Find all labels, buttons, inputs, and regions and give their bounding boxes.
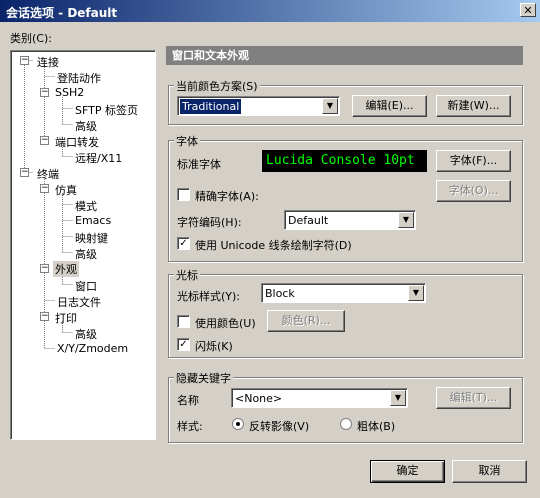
bold-label[interactable]: 粗体(B) [357, 418, 395, 434]
use-color-checkbox[interactable] [177, 315, 190, 328]
expander-icon[interactable]: − [20, 168, 29, 177]
blink-label[interactable]: 闪烁(K) [195, 338, 233, 354]
color-scheme-group-title: 当前颜色方案(S) [174, 78, 260, 94]
chevron-down-icon[interactable]: ▼ [322, 98, 338, 114]
font-button[interactable]: 字体(F)... [436, 150, 511, 172]
chevron-down-icon[interactable]: ▼ [408, 285, 424, 301]
expander-icon[interactable]: − [40, 264, 49, 273]
expander-icon[interactable]: − [20, 56, 29, 65]
blink-checkbox[interactable]: ✓ [177, 338, 190, 351]
precise-font-button[interactable]: 字体(O)... [436, 180, 511, 202]
font-preview: Lucida Console 10pt [262, 150, 427, 172]
tree-item-mapped-keys[interactable]: 映射键 [75, 230, 108, 246]
cursor-group-title: 光标 [174, 267, 200, 283]
session-options-dialog: 会话选项 - Default ✕ 类别(C): − 连接 登陆动作 − SSH2… [0, 0, 540, 498]
reverse-video-label[interactable]: 反转影像(V) [249, 418, 309, 434]
tree-item-window[interactable]: 窗口 [75, 278, 97, 294]
color-scheme-value: Traditional [180, 99, 242, 114]
encoding-value: Default [288, 214, 329, 227]
unicode-line-checkbox[interactable]: ✓ [177, 237, 190, 250]
panel-header: 窗口和文本外观 [166, 46, 523, 65]
keyword-name-label: 名称 [177, 394, 199, 407]
tree-item-modes[interactable]: 模式 [75, 198, 97, 214]
cursor-style-select[interactable]: Block ▼ [261, 283, 426, 303]
chevron-down-icon[interactable]: ▼ [398, 212, 414, 228]
precise-font-label[interactable]: 精确字体(A): [195, 188, 259, 204]
keyword-style-label: 样式: [177, 420, 203, 433]
expander-icon[interactable]: − [40, 184, 49, 193]
category-label: 类别(C): [10, 32, 52, 45]
tree-item-print-advanced[interactable]: 高级 [75, 326, 97, 342]
bold-radio[interactable] [340, 418, 352, 430]
tree-item-print[interactable]: 打印 [55, 310, 77, 326]
tree-item-sftp-tab[interactable]: SFTP 标签页 [75, 102, 138, 118]
cursor-style-label: 光标样式(Y): [177, 290, 241, 303]
tree-item-remote-x11[interactable]: 远程/X11 [75, 150, 122, 166]
close-icon[interactable]: ✕ [520, 3, 536, 17]
cursor-color-button[interactable]: 颜色(R)... [267, 310, 345, 332]
tree-item-log-file[interactable]: 日志文件 [57, 294, 101, 310]
expander-icon[interactable]: − [40, 88, 49, 97]
cursor-style-value: Block [265, 287, 295, 300]
reverse-video-radio[interactable] [232, 418, 244, 430]
font-group-title: 字体 [174, 133, 200, 149]
tree-item-xyzmodem[interactable]: X/Y/Zmodem [57, 342, 128, 355]
tree-item-appearance[interactable]: 外观 [53, 261, 79, 277]
tree-item-emulation-advanced[interactable]: 高级 [75, 246, 97, 262]
window-title: 会话选项 - Default [6, 6, 118, 20]
tree-item-emacs[interactable]: Emacs [75, 214, 111, 227]
tree-item-emulation[interactable]: 仿真 [55, 182, 77, 198]
new-scheme-button[interactable]: 新建(W)... [436, 95, 511, 117]
use-color-label[interactable]: 使用颜色(U) [195, 315, 256, 331]
tree-item-terminal[interactable]: 终端 [37, 166, 59, 182]
cancel-button[interactable]: 取消 [452, 460, 527, 483]
precise-font-checkbox[interactable] [177, 188, 190, 201]
tree-item-logon-actions[interactable]: 登陆动作 [57, 70, 101, 86]
tree-item-connection[interactable]: 连接 [37, 54, 59, 70]
chevron-down-icon[interactable]: ▼ [390, 390, 406, 406]
title-bar[interactable]: 会话选项 - Default ✕ [0, 0, 540, 22]
ok-button[interactable]: 确定 [370, 460, 445, 483]
standard-font-label: 标准字体 [177, 158, 221, 171]
encoding-select[interactable]: Default ▼ [284, 210, 416, 230]
tree-item-ssh2-advanced[interactable]: 高级 [75, 118, 97, 134]
expander-icon[interactable]: − [40, 136, 49, 145]
expander-icon[interactable]: − [40, 312, 49, 321]
edit-scheme-button[interactable]: 编辑(E)... [352, 95, 427, 117]
tree-item-port-forwarding[interactable]: 端口转发 [55, 134, 99, 150]
color-scheme-select[interactable]: Traditional ▼ [177, 96, 340, 116]
category-tree[interactable]: − 连接 登陆动作 − SSH2 SFTP 标签页 高级 − 端口转发 远程/X… [10, 50, 156, 440]
encoding-label: 字符编码(H): [177, 216, 242, 229]
keyword-name-select[interactable]: <None> ▼ [231, 388, 408, 408]
keyword-edit-button[interactable]: 编辑(T)... [436, 387, 511, 409]
keyword-name-value: <None> [235, 392, 283, 405]
tree-item-ssh2[interactable]: SSH2 [55, 86, 84, 99]
keywords-group-title: 隐藏关键字 [174, 370, 233, 386]
unicode-line-label[interactable]: 使用 Unicode 线条绘制字符(D) [195, 237, 352, 253]
